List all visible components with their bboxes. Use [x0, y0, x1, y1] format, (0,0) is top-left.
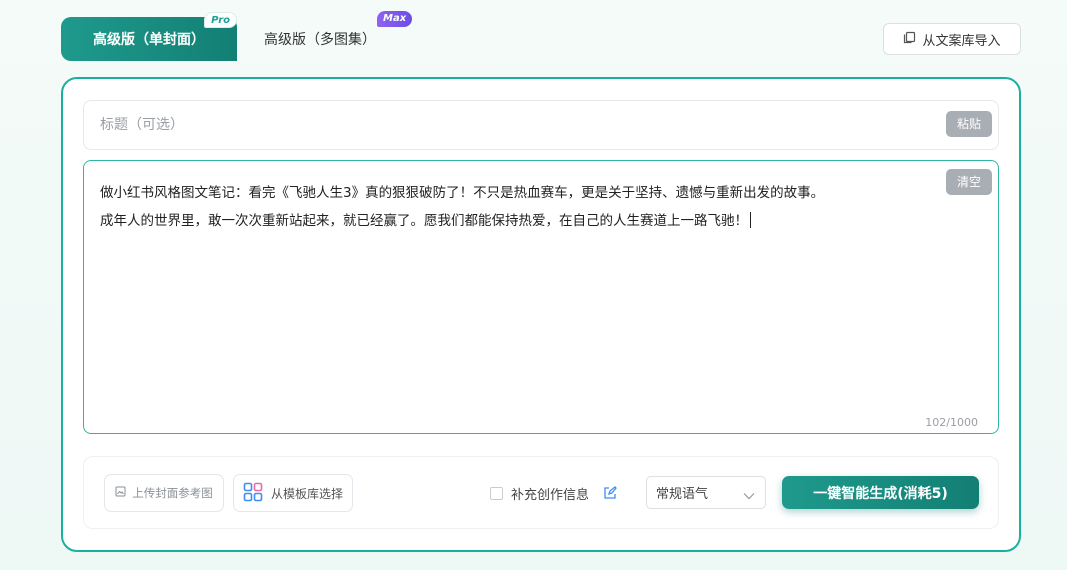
clear-button[interactable]: 清空 — [945, 169, 992, 195]
supplement-info-option: 补充创作信息 — [490, 483, 617, 503]
upload-label: 上传封面参考图 — [132, 486, 213, 500]
choose-template-button[interactable]: 从模板库选择 — [233, 474, 353, 512]
paste-button[interactable]: 粘贴 — [945, 111, 992, 137]
tab-multi-gallery-label: 高级版（多图集） — [264, 32, 376, 48]
max-badge: Max — [377, 11, 413, 27]
upload-cover-reference-button[interactable]: 上传封面参考图 — [104, 474, 224, 512]
title-input[interactable] — [84, 101, 924, 149]
tab-single-cover-label: 高级版（单封面） — [93, 32, 205, 48]
tab-multi-gallery[interactable]: 高级版（多图集） Max — [250, 11, 413, 61]
tone-select[interactable]: 常规语气 — [646, 476, 766, 509]
tab-single-cover[interactable]: 高级版（单封面） Pro — [61, 12, 237, 61]
app-root: 高级版（单封面） Pro 高级版（多图集） Max 从文案库导入 粘贴 做小红书… — [0, 0, 1067, 570]
supplement-label: 补充创作信息 — [511, 487, 590, 503]
char-counter: 102/1000 — [925, 416, 978, 429]
editor-card: 粘贴 做小红书风格图文笔记：看完《飞驰人生3》真的狠狠破防了！不只是热血赛车，更… — [61, 77, 1021, 552]
image-icon — [115, 486, 126, 500]
grid-icon — [243, 482, 263, 505]
content-field[interactable]: 做小红书风格图文笔记：看完《飞驰人生3》真的狠狠破防了！不只是热血赛车，更是关于… — [83, 160, 999, 434]
tone-selected-value: 常规语气 — [656, 487, 709, 502]
import-from-library-button[interactable]: 从文案库导入 — [883, 23, 1021, 55]
import-button-label: 从文案库导入 — [922, 33, 1001, 49]
text-caret — [750, 212, 751, 228]
chevron-down-icon — [743, 489, 755, 504]
edit-icon[interactable] — [603, 486, 617, 500]
content-textarea[interactable]: 做小红书风格图文笔记：看完《飞驰人生3》真的狠狠破防了！不只是热血赛车，更是关于… — [100, 179, 920, 235]
copy-icon — [903, 31, 916, 48]
pro-badge: Pro — [204, 12, 237, 28]
generate-button[interactable]: 一键智能生成(消耗5) — [782, 476, 979, 509]
template-label: 从模板库选择 — [270, 486, 343, 501]
content-text: 做小红书风格图文笔记：看完《飞驰人生3》真的狠狠破防了！不只是热血赛车，更是关于… — [100, 185, 825, 229]
title-field: 粘贴 — [83, 100, 999, 150]
supplement-checkbox[interactable] — [490, 486, 503, 500]
bottom-toolbar: 上传封面参考图 从模板库选择 补充创作信息 常规语气 一键智能生成(消耗5) — [83, 456, 999, 529]
